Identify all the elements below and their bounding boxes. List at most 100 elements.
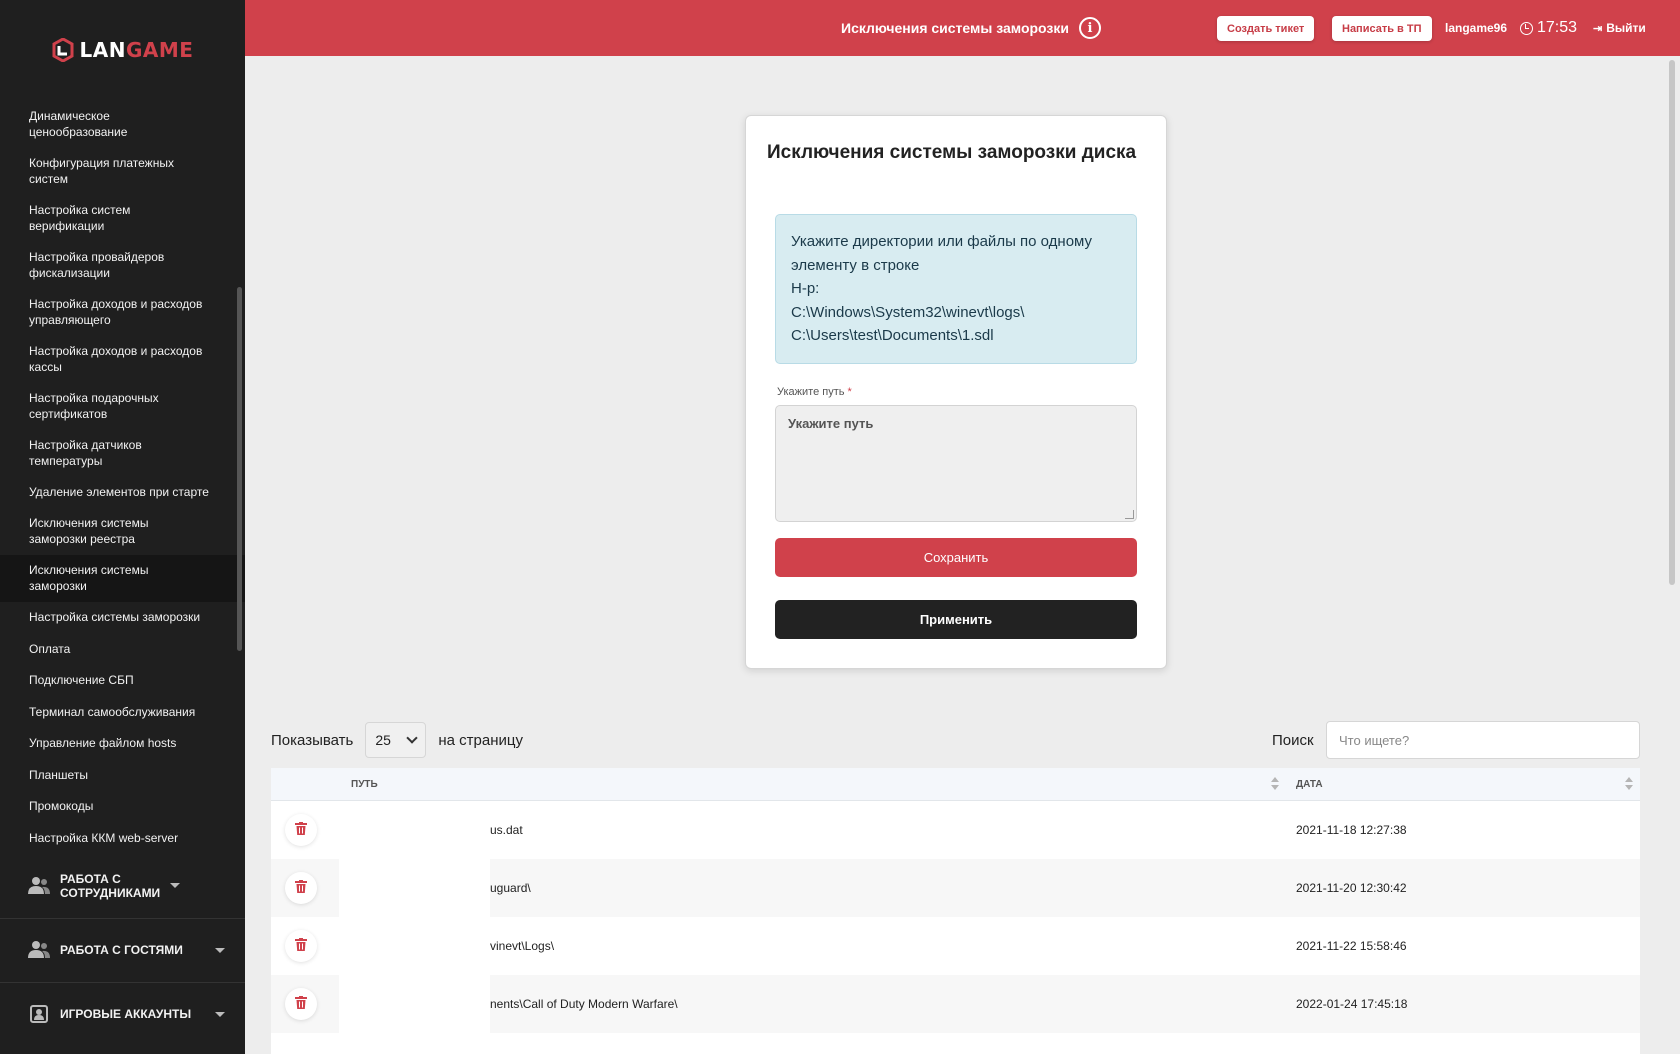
column-header-date[interactable]: Дата	[1296, 768, 1323, 801]
page-scrollbar[interactable]	[1669, 60, 1675, 585]
sidebar-section[interactable]: Работа с гостями	[0, 917, 245, 982]
sidebar-item-label: Настройка доходов и расходов управляющег…	[29, 296, 203, 327]
logout-button[interactable]: ⇥ Выйти	[1593, 0, 1646, 56]
sidebar-item[interactable]: Конфигурация платежных систем	[0, 147, 245, 194]
sidebar-item[interactable]: Планшеты	[0, 759, 245, 791]
date-cell: 2021-11-20 12:30:42	[1296, 881, 1407, 895]
logo-text-game: GAME	[126, 38, 194, 62]
page-size-select[interactable]: 25	[365, 722, 427, 758]
info-line: C:\Users\test\Documents\1.sdl	[791, 327, 994, 344]
search-input[interactable]	[1326, 721, 1640, 759]
resize-grip-icon[interactable]	[1125, 510, 1134, 519]
path-cell: uguard\	[490, 881, 531, 895]
logo-text-lan: LAN	[79, 38, 126, 62]
top-header: Исключения системы заморозки i Создать т…	[245, 0, 1680, 56]
delete-button[interactable]	[285, 872, 317, 904]
path-cell: us.dat	[490, 823, 523, 837]
sidebar-item[interactable]: Настройка датчиков температуры	[0, 429, 245, 476]
path-field-label: Укажите путь *	[777, 386, 852, 398]
table-row: uguard\ 2021-11-20 12:30:42	[271, 859, 1640, 917]
freeze-exclusions-card: Исключения системы заморозки диска Укажи…	[745, 115, 1167, 669]
sidebar-item[interactable]: Оплата	[0, 633, 245, 665]
exclusions-table: Путь Дата us.dat 2021-11-18 12:27:38 uguar…	[271, 768, 1640, 1054]
date-cell: 2022-01-24 17:45:18	[1296, 997, 1408, 1011]
username[interactable]: langame96	[1445, 0, 1507, 56]
create-ticket-button[interactable]: Создать тикет	[1217, 16, 1315, 41]
sidebar-item-label: Конфигурация платежных систем	[29, 155, 174, 186]
sidebar-item[interactable]: Динамическое ценообразование	[0, 100, 245, 147]
path-textarea[interactable]	[775, 405, 1137, 522]
info-line: C:\Windows\System32\winevt\logs\	[791, 303, 1025, 321]
sidebar-item-label: Настройка доходов и расходов кассы	[29, 343, 203, 374]
date-cell: 2021-11-22 15:58:46	[1296, 939, 1407, 953]
table-row: us.dat 2021-11-18 12:27:38	[271, 801, 1640, 859]
path-field-label-text: Укажите путь	[777, 386, 845, 398]
sidebar-item-label: Промокоды	[29, 799, 94, 814]
page-title: Исключения системы заморозки i	[841, 0, 1101, 56]
caret-down-icon	[215, 1011, 225, 1017]
save-button[interactable]: Сохранить	[775, 538, 1137, 577]
sidebar-item[interactable]: Настройка подарочных сертификатов	[0, 382, 245, 429]
sidebar-section-label: Игровые аккаунты	[60, 1007, 192, 1021]
redacted-area	[339, 917, 490, 975]
sidebar-item[interactable]: Исключения системы заморозки	[0, 554, 245, 602]
delete-button[interactable]	[285, 930, 317, 962]
logo[interactable]: LANGAME	[0, 0, 245, 100]
required-marker: *	[847, 386, 852, 398]
sidebar-section[interactable]: Работа с сотрудниками	[0, 854, 245, 918]
sidebar-item[interactable]: Настройка провайдеров фискализации	[0, 241, 245, 288]
sidebar-item[interactable]: Настройка ККМ web-server	[0, 822, 245, 854]
path-cell: vinevt\Logs\	[490, 939, 555, 953]
info-alert: Укажите директории или файлы по одному э…	[775, 214, 1137, 364]
redacted-area	[339, 859, 490, 917]
sidebar-section[interactable]: Игровые аккаунты	[0, 981, 245, 1046]
clock: 17:53	[1520, 0, 1577, 56]
info-line: элементу в строке	[791, 256, 920, 274]
logout-icon: ⇥	[1593, 22, 1603, 35]
sidebar-item-label: Управление файлом hosts	[29, 736, 177, 751]
sidebar-item-label: Настройка ККМ web-server	[29, 830, 179, 845]
sidebar-item[interactable]: Настройка систем верификации	[0, 194, 245, 241]
show-label: Показывать	[271, 731, 354, 749]
sidebar-scrollbar[interactable]	[237, 287, 242, 651]
table-row: nents\Call of Duty Modern Warfare\ 2022-0…	[271, 975, 1640, 1033]
sidebar-item-label: Настройка систем верификации	[29, 202, 131, 233]
column-header-path[interactable]: Путь	[351, 768, 378, 801]
search-label: Поиск	[1272, 731, 1314, 749]
caret-down-icon	[170, 883, 180, 888]
users-icon	[28, 875, 50, 897]
sidebar-item[interactable]: Подключение СБП	[0, 665, 245, 697]
sort-icon[interactable]	[1625, 777, 1633, 791]
apply-button[interactable]: Применить	[775, 600, 1137, 639]
trash-icon	[295, 822, 307, 838]
sidebar-item[interactable]: Настройка доходов и расходов кассы	[0, 335, 245, 382]
info-icon[interactable]: i	[1079, 17, 1101, 39]
sidebar-item[interactable]: Настройка системы заморозки	[0, 602, 245, 634]
path-cell: nents\Call of Duty Modern Warfare\	[490, 997, 678, 1011]
sidebar-item-label: Настройка системы заморозки	[29, 610, 201, 625]
sidebar-item[interactable]: Настройка доходов и расходов управляющег…	[0, 288, 245, 335]
logo-text: LANGAME	[80, 38, 194, 62]
sidebar-item[interactable]: Исключения системы заморозки реестра	[0, 508, 245, 555]
sidebar: LANGAME Динамическое ценообразование Конф…	[0, 0, 245, 1054]
sidebar-item[interactable]: Удаление элементов при старте	[0, 476, 245, 508]
sidebar-item[interactable]: Терминал самообслуживания	[0, 696, 245, 728]
sort-icon[interactable]	[1271, 777, 1279, 791]
sidebar-menu: Динамическое ценообразование Конфигурация…	[0, 100, 245, 854]
sidebar-item-label: Оплата	[29, 641, 71, 656]
sidebar-item-label: Подключение СБП	[29, 673, 134, 688]
sidebar-item[interactable]: Управление файлом hosts	[0, 728, 245, 760]
delete-button[interactable]	[285, 988, 317, 1020]
sidebar-item-label: Динамическое ценообразование	[29, 108, 128, 139]
trash-icon	[295, 880, 307, 896]
write-support-button[interactable]: Написать в ТП	[1332, 16, 1432, 41]
sidebar-sections: Работа с сотрудниками Работа с гостями Игр…	[0, 854, 245, 1046]
langame-logo-icon	[52, 37, 74, 63]
sidebar-item-label: Исключения системы заморозки	[29, 563, 149, 593]
sidebar-section-label: Работа с сотрудниками	[60, 871, 161, 900]
table-body: us.dat 2021-11-18 12:27:38 uguard\ 2021-11-…	[271, 801, 1640, 1033]
delete-button[interactable]	[285, 814, 317, 846]
sidebar-item[interactable]: Промокоды	[0, 791, 245, 823]
trash-icon	[295, 996, 307, 1012]
sidebar-item-label: Настройка подарочных сертификатов	[29, 390, 159, 421]
